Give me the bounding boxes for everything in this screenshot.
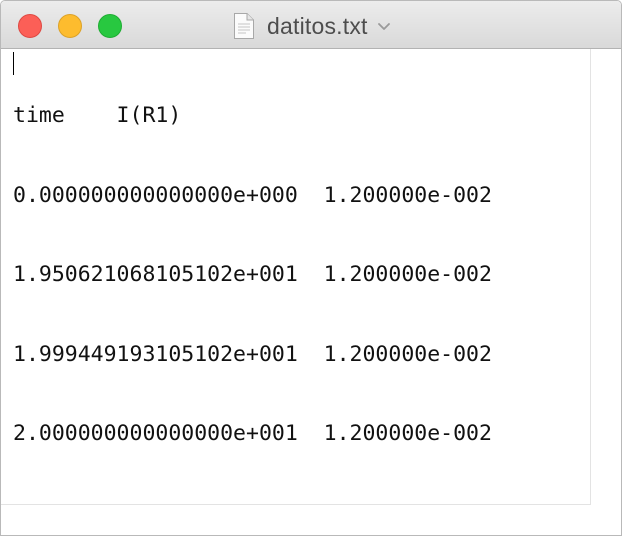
window-title: datitos.txt [267,13,368,39]
document-icon [234,13,254,39]
textedit-window: datitos.txt time I(R1) 0.000000000000000… [0,0,622,536]
horizontal-scrollbar[interactable] [1,506,621,535]
text-line-header: time I(R1) [13,103,182,128]
text-line: 2.000000000000000e+001 1.200000e-002 [13,421,492,446]
text-line: 1.999449193105102e+001 1.200000e-002 [13,341,492,367]
window-title-group[interactable]: datitos.txt [233,10,391,42]
text-line: 0.000000000000000e+000 1.200000e-002 [13,182,492,208]
minimize-window-button[interactable] [58,14,82,38]
chevron-down-icon[interactable] [377,21,391,31]
text-cursor [13,52,14,75]
title-bar[interactable]: datitos.txt [1,1,621,49]
text-editor-area[interactable]: time I(R1) 0.000000000000000e+000 1.2000… [1,49,591,505]
vertical-scrollbar[interactable] [592,49,621,505]
close-window-button[interactable] [18,14,42,38]
text-line: 1.950621068105102e+001 1.200000e-002 [13,262,492,287]
zoom-window-button[interactable] [98,14,122,38]
document-text[interactable]: time I(R1) 0.000000000000000e+000 1.2000… [13,50,492,501]
